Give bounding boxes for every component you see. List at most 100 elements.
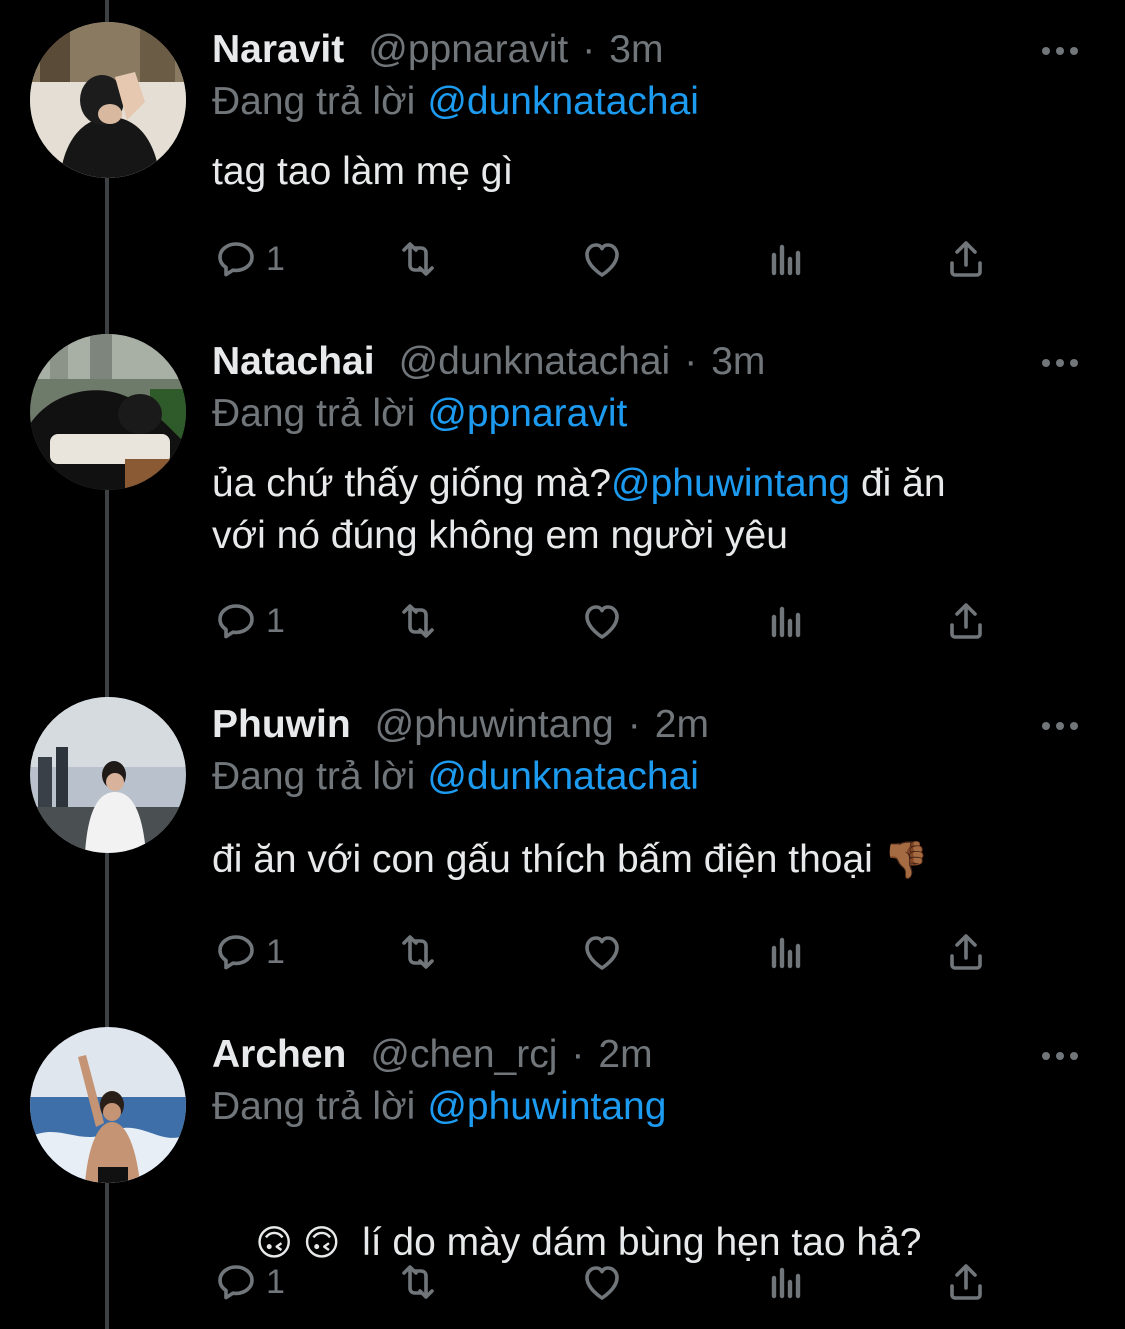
tweet-actions: 1 (212, 234, 1012, 284)
retweet-button[interactable] (394, 927, 442, 977)
like-button[interactable] (578, 596, 626, 646)
reply-icon (212, 597, 260, 645)
display-name[interactable]: Natachai (212, 334, 375, 390)
retweet-icon (394, 928, 442, 976)
reply-button[interactable]: 1 (212, 927, 285, 977)
reply-count: 1 (266, 239, 285, 278)
tweet-actions: 1 (212, 596, 1012, 646)
tweet-text: ủa chứ thấy giống mà?@phuwintang đi ăn v… (212, 458, 1072, 562)
timestamp[interactable]: 2m (655, 697, 709, 753)
reply-prefix: Đang trả lời (212, 392, 416, 435)
share-button[interactable] (942, 596, 990, 646)
reply-count: 1 (266, 932, 285, 971)
thumbs-down-emoji: 👎🏾 (883, 839, 929, 880)
analytics-icon (762, 1258, 810, 1306)
user-handle[interactable]: @phuwintang (375, 697, 614, 753)
reply-prefix: Đang trả lời (212, 1085, 416, 1128)
separator: · (627, 703, 641, 746)
inline-mention-link[interactable]: @phuwintang (611, 462, 850, 505)
retweet-button[interactable] (394, 596, 442, 646)
like-button[interactable] (578, 234, 626, 284)
more-icon[interactable] (1040, 356, 1080, 370)
more-icon[interactable] (1040, 1049, 1080, 1063)
share-button[interactable] (942, 927, 990, 977)
tweet-actions: 1 (212, 927, 1012, 977)
replying-to: Đang trả lời @dunknatachai (212, 749, 699, 805)
tweet-actions: 1 (212, 1257, 1012, 1307)
reply-icon (212, 1258, 260, 1306)
share-button[interactable] (942, 1257, 990, 1307)
share-icon (942, 928, 990, 976)
analytics-icon (762, 928, 810, 976)
analytics-icon (762, 235, 810, 283)
display-name[interactable]: Archen (212, 1027, 346, 1083)
replying-to: Đang trả lời @phuwintang (212, 1079, 666, 1135)
views-button[interactable] (762, 1257, 810, 1307)
share-icon (942, 597, 990, 645)
tweet-text: đi ăn với con gấu thích bấm điện thoại 👎… (212, 834, 1072, 886)
tweet-header: Naravit @ppnaravit · 3m (212, 22, 663, 78)
more-icon[interactable] (1040, 719, 1080, 733)
display-name[interactable]: Naravit (212, 22, 344, 78)
avatar[interactable] (30, 697, 186, 853)
avatar[interactable] (30, 22, 186, 178)
reply-button[interactable]: 1 (212, 1257, 285, 1307)
reply-count: 1 (266, 601, 285, 640)
display-name[interactable]: Phuwin (212, 697, 351, 753)
user-handle[interactable]: @ppnaravit (368, 22, 568, 78)
reply-mention-link[interactable]: @phuwintang (427, 1085, 666, 1128)
tweet-text-part: đi ăn (850, 462, 946, 505)
avatar[interactable] (30, 334, 186, 490)
share-icon (942, 1258, 990, 1306)
timestamp[interactable]: 3m (711, 334, 765, 390)
reply-prefix: Đang trả lời (212, 80, 416, 123)
separator: · (684, 340, 698, 383)
reply-mention-link[interactable]: @dunknatachai (427, 755, 699, 798)
share-button[interactable] (942, 234, 990, 284)
timestamp[interactable]: 3m (609, 22, 663, 78)
like-button[interactable] (578, 1257, 626, 1307)
separator: · (582, 28, 596, 71)
reply-button[interactable]: 1 (212, 596, 285, 646)
share-icon (942, 235, 990, 283)
retweet-button[interactable] (394, 1257, 442, 1307)
tweet-text: tag tao làm mẹ gì (212, 150, 514, 193)
reply-prefix: Đang trả lời (212, 755, 416, 798)
replying-to: Đang trả lời @ppnaravit (212, 386, 627, 442)
user-handle[interactable]: @chen_rcj (370, 1027, 557, 1083)
retweet-icon (394, 597, 442, 645)
views-button[interactable] (762, 596, 810, 646)
heart-icon (578, 235, 626, 283)
user-handle[interactable]: @dunknatachai (399, 334, 671, 390)
views-button[interactable] (762, 927, 810, 977)
tweet-header: Archen @chen_rcj · 2m (212, 1027, 653, 1083)
tweet[interactable]: Archen @chen_rcj · 2m Đang trả lời @phuwi… (0, 1027, 1125, 1329)
heart-icon (578, 1258, 626, 1306)
tweet-text-line: với nó đúng không em người yêu (212, 514, 788, 557)
reply-mention-link[interactable]: @dunknatachai (427, 80, 699, 123)
heart-icon (578, 597, 626, 645)
reply-button[interactable]: 1 (212, 234, 285, 284)
more-icon[interactable] (1040, 44, 1080, 58)
like-button[interactable] (578, 927, 626, 977)
reply-icon (212, 928, 260, 976)
reply-mention-link[interactable]: @ppnaravit (427, 392, 627, 435)
retweet-button[interactable] (394, 234, 442, 284)
views-button[interactable] (762, 234, 810, 284)
avatar[interactable] (30, 1027, 186, 1183)
tweet-header: Phuwin @phuwintang · 2m (212, 697, 709, 753)
tweet-header: Natachai @dunknatachai · 3m (212, 334, 765, 390)
retweet-icon (394, 1258, 442, 1306)
tweet[interactable]: Natachai @dunknatachai · 3m Đang trả lời… (0, 334, 1125, 674)
replying-to: Đang trả lời @dunknatachai (212, 74, 699, 130)
tweet-text-part: đi ăn với con gấu thích bấm điện thoại (212, 838, 873, 881)
reply-icon (212, 235, 260, 283)
analytics-icon (762, 597, 810, 645)
retweet-icon (394, 235, 442, 283)
tweet[interactable]: Phuwin @phuwintang · 2m Đang trả lời @dun… (0, 697, 1125, 1007)
tweet-text-part: ủa chứ thấy giống mà? (212, 462, 612, 505)
tweet[interactable]: Naravit @ppnaravit · 3m Đang trả lời @dun… (0, 22, 1125, 322)
reply-count: 1 (266, 1262, 285, 1301)
timestamp[interactable]: 2m (598, 1027, 652, 1083)
heart-icon (578, 928, 626, 976)
